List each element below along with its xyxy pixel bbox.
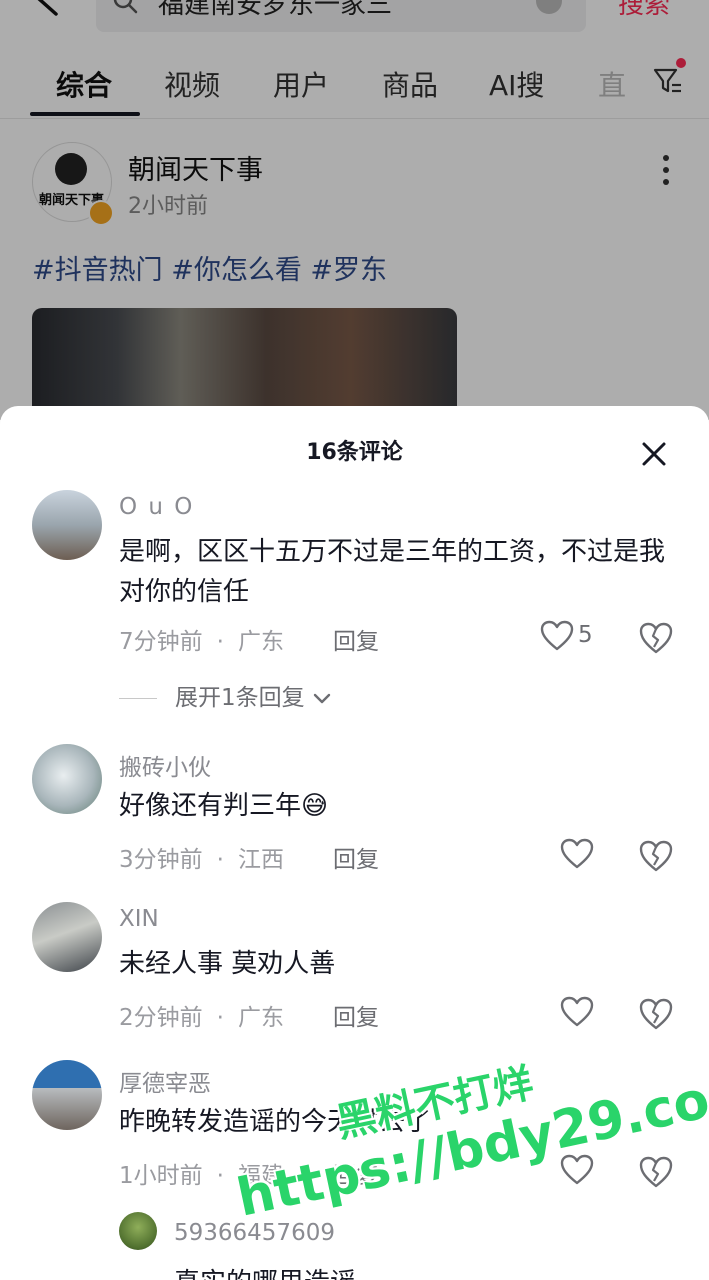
expand-replies-button[interactable]: 展开1条回复	[119, 678, 332, 712]
comment-time: 3分钟前	[119, 847, 203, 873]
expand-replies-label: 展开1条回复	[175, 685, 305, 711]
comment-meta: 7分钟前 · 广东	[119, 622, 284, 656]
comment-meta: 2分钟前 · 广东	[119, 998, 284, 1032]
reply-button[interactable]: 回复	[333, 998, 379, 1032]
commenter-avatar[interactable]	[32, 902, 102, 972]
meta-separator: ·	[216, 847, 224, 873]
commenter-avatar[interactable]	[32, 1060, 102, 1130]
commenter-username[interactable]: XIN	[119, 906, 159, 932]
like-button[interactable]	[560, 838, 620, 874]
sub-reply-item: 59366457609 真实的哪里造谣	[0, 1212, 709, 1280]
comment-time: 7分钟前	[119, 629, 203, 655]
comment-location: 广东	[237, 1005, 284, 1031]
comment-location: 广东	[237, 629, 284, 655]
commenter-username[interactable]: 搬砖小伙	[119, 748, 211, 782]
comment-item: XIN 未经人事 莫劝人善 2分钟前 · 广东 回复	[0, 902, 709, 1032]
comment-time: 2分钟前	[119, 1005, 203, 1031]
comment-text[interactable]: 好像还有判三年😅	[119, 786, 671, 826]
heart-icon	[560, 838, 594, 869]
commenter-avatar[interactable]	[32, 490, 102, 560]
chevron-down-icon	[313, 693, 331, 703]
comment-text[interactable]: 未经人事 莫劝人善	[119, 944, 671, 984]
commenter-avatar[interactable]	[119, 1212, 157, 1250]
comment-text[interactable]: 真实的哪里造谣	[174, 1262, 356, 1280]
expand-divider	[119, 698, 157, 699]
commenter-avatar[interactable]	[32, 744, 102, 814]
broken-heart-icon[interactable]	[638, 620, 674, 656]
meta-separator: ·	[216, 629, 224, 655]
dim-overlay[interactable]	[0, 0, 709, 420]
broken-heart-icon[interactable]	[638, 838, 674, 874]
reply-button[interactable]: 回复	[333, 840, 379, 874]
like-count: 5	[578, 622, 593, 648]
comment-text[interactable]: 是啊，区区十五万不过是三年的工资，不过是我对你的信任	[119, 532, 671, 612]
heart-icon	[560, 996, 594, 1027]
comment-time: 1小时前	[119, 1163, 203, 1189]
close-icon[interactable]	[640, 440, 668, 468]
comment-meta: 3分钟前 · 江西	[119, 840, 284, 874]
comment-location: 江西	[237, 847, 284, 873]
comment-item: 搬砖小伙 好像还有判三年😅 3分钟前 · 江西 回复	[0, 744, 709, 874]
commenter-username[interactable]: O u O	[119, 494, 194, 520]
broken-heart-icon[interactable]	[638, 996, 674, 1032]
broken-heart-icon[interactable]	[638, 1154, 674, 1190]
like-button[interactable]: 5	[540, 620, 600, 656]
comment-count-title: 16条评论	[306, 440, 403, 465]
meta-separator: ·	[216, 1163, 224, 1189]
commenter-username[interactable]: 厚德宰恶	[119, 1064, 211, 1098]
like-button[interactable]	[560, 996, 620, 1032]
heart-icon	[540, 620, 574, 651]
comment-item: O u O 是啊，区区十五万不过是三年的工资，不过是我对你的信任 7分钟前 · 广东…	[0, 490, 709, 730]
reply-button[interactable]: 回复	[333, 622, 379, 656]
meta-separator: ·	[216, 1005, 224, 1031]
